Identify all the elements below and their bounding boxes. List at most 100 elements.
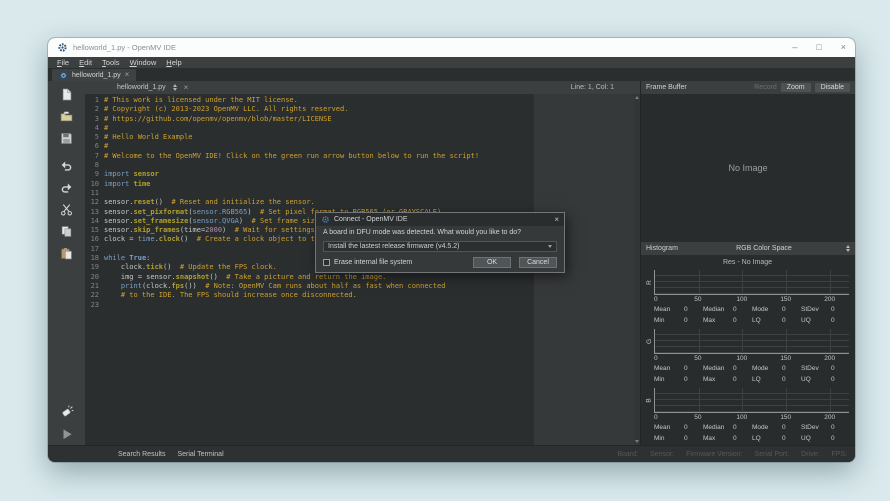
channel-stats-row: Mean0Median0Mode0StDev0 bbox=[654, 422, 850, 433]
firmware-action-select[interactable]: Install the lastest release firmware (v4… bbox=[323, 241, 557, 252]
ok-button[interactable]: OK bbox=[473, 257, 511, 268]
undo-button[interactable] bbox=[56, 154, 78, 176]
frame-buffer-title: Frame Buffer bbox=[646, 84, 687, 91]
status-field: Board: bbox=[617, 451, 638, 458]
dialog-title-bar: Connect - OpenMV IDE × bbox=[316, 213, 564, 226]
dialog-title: Connect - OpenMV IDE bbox=[334, 216, 408, 223]
histogram-channel-r: R050100150200Mean0Median0Mode0StDev0Min0… bbox=[645, 270, 850, 326]
chart-x-axis: 050100150200 bbox=[654, 295, 849, 304]
code-line: 1# This work is licensed under the MIT l… bbox=[85, 96, 640, 105]
histogram-header: Histogram RGB Color Space bbox=[641, 242, 855, 255]
open-folder-icon bbox=[60, 110, 73, 123]
color-space-select[interactable]: RGB Color Space bbox=[682, 245, 850, 252]
code-line: 3# https://github.com/openmv/openmv/blob… bbox=[85, 115, 640, 124]
channel-stats-row: Mean0Median0Mode0StDev0 bbox=[654, 304, 850, 315]
tab-serial-terminal[interactable]: Serial Terminal bbox=[177, 451, 223, 458]
start-script-button[interactable] bbox=[56, 423, 78, 445]
channel-chart bbox=[654, 329, 849, 354]
paste-icon bbox=[60, 247, 73, 260]
bottom-bar: Search Results Serial Terminal Board: Sen… bbox=[48, 445, 855, 462]
paste-button[interactable] bbox=[56, 242, 78, 264]
channel-stats-row: Mean0Median0Mode0StDev0 bbox=[654, 363, 850, 374]
cut-button[interactable] bbox=[56, 198, 78, 220]
cancel-button[interactable]: Cancel bbox=[519, 257, 557, 268]
menu-item-tools[interactable]: Tools bbox=[97, 57, 125, 68]
status-field: Firmware Version: bbox=[686, 451, 742, 458]
channel-chart bbox=[654, 388, 849, 413]
histogram-title: Histogram bbox=[646, 245, 678, 252]
redo-icon bbox=[60, 181, 73, 194]
window-title: helloworld_1.py - OpenMV IDE bbox=[73, 43, 176, 52]
channel-stats-row: Min0Max0LQ0UQ0 bbox=[654, 433, 850, 444]
disable-button[interactable]: Disable bbox=[815, 83, 850, 92]
channel-axis-label: R bbox=[645, 270, 654, 295]
doc-tab-helloworld[interactable]: helloworld_1.py × bbox=[52, 69, 136, 81]
record-button[interactable]: Record bbox=[754, 84, 777, 91]
frame-buffer-view: No Image bbox=[641, 94, 855, 242]
histogram-panel: Res - No Image R050100150200Mean0Median0… bbox=[641, 255, 855, 445]
undo-icon bbox=[60, 159, 73, 172]
code-line: 10import time bbox=[85, 180, 640, 189]
save-file-button[interactable] bbox=[56, 127, 78, 149]
document-selector-icon[interactable] bbox=[173, 84, 177, 91]
save-icon bbox=[60, 132, 73, 145]
resolution-label: Res - No Image bbox=[645, 259, 850, 266]
open-file-button[interactable] bbox=[56, 105, 78, 127]
code-line: 12sensor.reset() # Reset and initialize … bbox=[85, 198, 640, 207]
doc-tab-close-icon[interactable]: × bbox=[125, 71, 130, 79]
channel-axis-label: B bbox=[645, 388, 654, 413]
code-text: 1# This work is licensed under the MIT l… bbox=[85, 94, 640, 310]
channel-stats-row: Min0Max0LQ0UQ0 bbox=[654, 374, 850, 385]
doc-tab-label: helloworld_1.py bbox=[72, 72, 121, 79]
cut-icon bbox=[60, 203, 73, 216]
erase-filesystem-checkbox[interactable] bbox=[323, 259, 330, 266]
editor-tab-label: helloworld_1.py bbox=[117, 84, 166, 91]
erase-filesystem-label: Erase internal file system bbox=[334, 259, 412, 266]
scroll-down-icon[interactable] bbox=[635, 440, 639, 443]
frame-buffer-header: Frame Buffer Record Zoom Disable bbox=[641, 81, 855, 94]
channel-chart bbox=[654, 270, 849, 295]
maximize-button[interactable]: □ bbox=[816, 43, 821, 52]
menu-item-help[interactable]: Help bbox=[161, 57, 186, 68]
editor-tab-close-icon[interactable]: × bbox=[184, 84, 189, 92]
menu-item-window[interactable]: Window bbox=[125, 57, 162, 68]
code-line: 2# Copyright (c) 2013-2023 OpenMV LLC. A… bbox=[85, 105, 640, 114]
code-line: 8 bbox=[85, 161, 640, 170]
zoom-button[interactable]: Zoom bbox=[781, 83, 811, 92]
tab-search-results[interactable]: Search Results bbox=[118, 451, 165, 458]
code-line: 20 img = sensor.snapshot() # Take a pict… bbox=[85, 273, 640, 282]
code-line: 4# bbox=[85, 124, 640, 133]
cursor-position: Line: 1, Col: 1 bbox=[571, 84, 614, 91]
combo-arrows-icon bbox=[846, 245, 850, 252]
code-line: 11 bbox=[85, 189, 640, 198]
editor-tab[interactable]: helloworld_1.py × bbox=[117, 84, 188, 92]
channel-stats-row: Min0Max0LQ0UQ0 bbox=[654, 315, 850, 326]
dialog-close-icon[interactable]: × bbox=[554, 215, 559, 224]
status-field: Drive: bbox=[801, 451, 819, 458]
close-button[interactable]: × bbox=[841, 43, 846, 52]
code-line: 9import sensor bbox=[85, 170, 640, 179]
no-image-placeholder: No Image bbox=[728, 163, 767, 173]
title-bar: helloworld_1.py - OpenMV IDE – □ × bbox=[48, 38, 855, 57]
copy-button[interactable] bbox=[56, 220, 78, 242]
new-file-button[interactable] bbox=[56, 83, 78, 105]
connect-dialog: Connect - OpenMV IDE × A board in DFU mo… bbox=[315, 212, 565, 273]
copy-icon bbox=[60, 225, 73, 238]
firmware-action-value: Install the lastest release firmware (v4… bbox=[328, 243, 460, 250]
connect-button[interactable] bbox=[56, 401, 78, 423]
code-line: 22 # to the IDE. The FPS should increase… bbox=[85, 291, 640, 300]
histogram-channel-g: G050100150200Mean0Median0Mode0StDev0Min0… bbox=[645, 329, 850, 385]
minimize-button[interactable]: – bbox=[792, 43, 797, 52]
status-field: Sensor: bbox=[650, 451, 674, 458]
code-line: 7# Welcome to the OpenMV IDE! Click on t… bbox=[85, 152, 640, 161]
dropdown-arrow-icon bbox=[548, 245, 552, 248]
play-icon bbox=[60, 427, 74, 441]
redo-button[interactable] bbox=[56, 176, 78, 198]
menu-item-edit[interactable]: Edit bbox=[74, 57, 97, 68]
code-line: 6# bbox=[85, 142, 640, 151]
document-tab-bar: helloworld_1.py × bbox=[48, 68, 855, 81]
right-panel: Frame Buffer Record Zoom Disable No Imag… bbox=[640, 81, 855, 445]
color-space-value: RGB Color Space bbox=[682, 245, 846, 252]
chart-x-axis: 050100150200 bbox=[654, 413, 849, 422]
menu-item-file[interactable]: File bbox=[52, 57, 74, 68]
